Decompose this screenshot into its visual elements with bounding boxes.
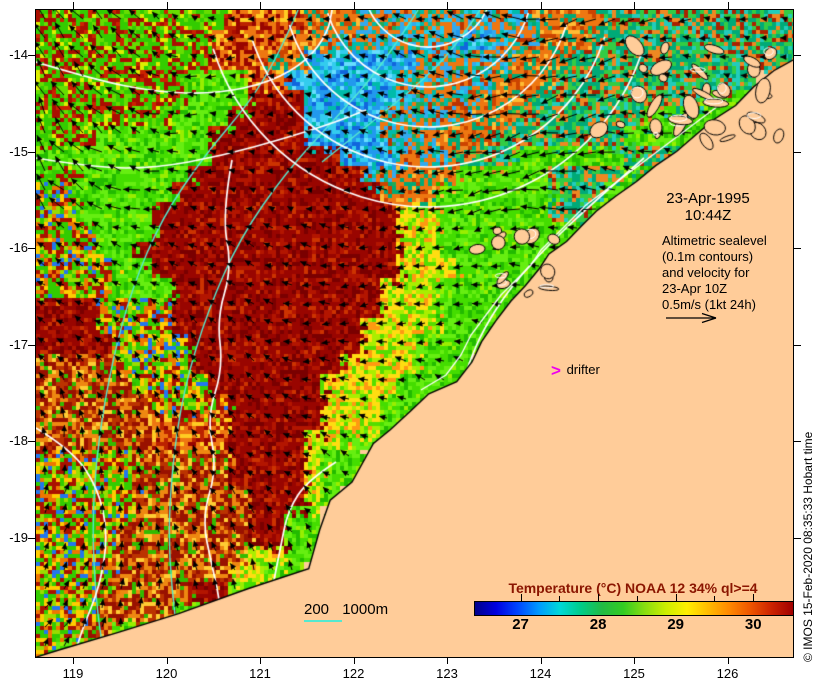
lon-tick-label: 123 — [436, 666, 458, 680]
velocity-scale-arrow-icon — [666, 312, 717, 324]
lon-tick-label: 125 — [623, 666, 645, 680]
colorbar-minor-tick — [714, 596, 716, 601]
lat-tick-left — [28, 151, 35, 153]
map-frame — [35, 9, 794, 658]
lat-tick-label: -17 — [9, 336, 28, 352]
drifter-label: drifter — [566, 362, 600, 377]
lat-tick-right — [794, 248, 801, 250]
bathymetry-line-sample — [304, 620, 342, 622]
lon-tick-label: 121 — [249, 666, 271, 680]
copyright-text: © IMOS 15-Feb-2020 08:35:33 Hobart time — [801, 431, 815, 662]
legend-line: Altimetric sealevel — [662, 233, 767, 248]
lat-tick-left — [28, 538, 35, 539]
lon-tick-bottom — [73, 657, 74, 664]
lon-tick-top — [634, 2, 635, 9]
lon-tick-top — [540, 2, 542, 9]
lon-tick-top — [447, 2, 448, 9]
lon-tick-label: 126 — [716, 666, 739, 680]
lon-tick-top — [166, 2, 168, 9]
lon-tick-bottom — [353, 657, 355, 664]
legend-line: (0.1m contours) — [662, 249, 754, 264]
colorbar-tick-label: 29 — [667, 616, 684, 633]
lat-tick-label: -18 — [9, 433, 28, 449]
altimetric-legend: Altimetric sealevel (0.1m contours) and … — [662, 233, 767, 313]
colorbar-tick-label: 27 — [512, 616, 529, 633]
lon-tick-bottom — [727, 657, 729, 664]
depth-scale-legend: 200 1000m — [304, 601, 397, 618]
lon-tick-top — [727, 2, 729, 9]
time-text: 10:44Z — [684, 207, 732, 224]
lon-tick-bottom — [540, 657, 542, 664]
lat-tick-label: -14 — [9, 47, 28, 62]
lat-tick-right — [794, 55, 801, 56]
colorbar-major-tick — [520, 594, 522, 601]
lon-tick-top — [73, 2, 74, 9]
colorbar-tick-label: 30 — [744, 616, 762, 633]
drifter-arrow-icon: > — [551, 361, 563, 380]
lat-tick-right — [794, 151, 801, 153]
lat-tick-left — [28, 344, 35, 346]
lat-tick-left — [28, 248, 35, 250]
lon-tick-bottom — [447, 657, 448, 664]
colorbar-minor-tick — [559, 596, 561, 601]
lon-tick-top — [260, 2, 261, 9]
lon-tick-label: 124 — [529, 666, 552, 680]
lon-tick-bottom — [166, 657, 168, 664]
date-text: 23-Apr-1995 — [666, 190, 750, 207]
lon-tick-bottom — [634, 657, 635, 664]
lat-tick-right — [794, 441, 801, 443]
colorbar-major-tick — [598, 594, 600, 601]
depth-1000-label: 1000m — [342, 601, 389, 618]
datetime-annotation: 23-Apr-1995 10:44Z — [656, 190, 760, 224]
lon-tick-label: 120 — [155, 666, 178, 680]
lon-tick-label: 122 — [342, 666, 365, 680]
colorbar-major-tick — [675, 594, 677, 601]
temperature-colorbar: Temperature (°C) NOAA 12 34% ql>=4 27 28 2… — [474, 580, 794, 633]
colorbar-gradient — [474, 601, 794, 616]
drifter-marker: > drifter — [551, 361, 600, 381]
lat-tick-left — [28, 441, 35, 443]
sst-map-figure: 119 120 121 122 123 124 125 126 -14 -15 -16 -17 -18… — [0, 0, 820, 680]
colorbar-tick-label: 28 — [589, 616, 607, 633]
colorbar-major-tick — [753, 594, 755, 601]
lat-tick-left — [28, 55, 35, 56]
lon-tick-bottom — [260, 657, 261, 664]
lon-tick-top — [353, 2, 355, 9]
lat-tick-label: -15 — [9, 143, 28, 159]
colorbar-title: Temperature (°C) NOAA 12 34% ql>=4 — [508, 580, 758, 596]
legend-line: 23-Apr 10Z — [662, 281, 728, 296]
lat-tick-label: -16 — [9, 240, 28, 256]
lat-tick-right — [794, 538, 801, 539]
map-canvas — [36, 10, 793, 657]
legend-line: and velocity for — [662, 265, 750, 280]
lon-tick-label: 119 — [62, 666, 84, 680]
depth-200-label: 200 — [304, 601, 330, 618]
colorbar-minor-tick — [636, 596, 638, 601]
lat-tick-label: -19 — [9, 530, 28, 545]
lat-tick-right — [794, 344, 801, 346]
